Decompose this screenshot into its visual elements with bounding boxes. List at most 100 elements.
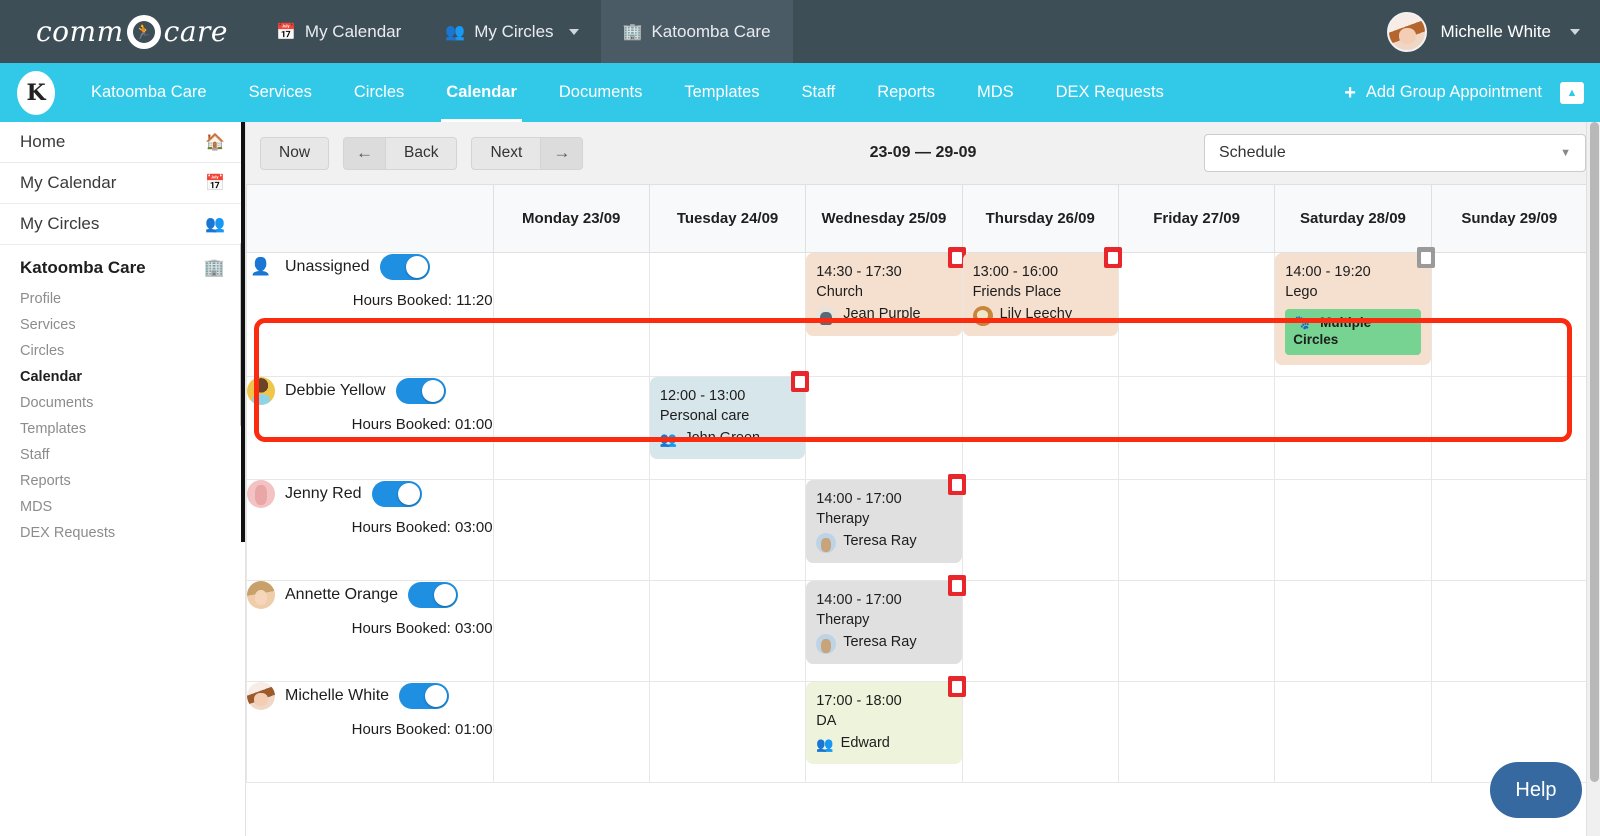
subnav-item-mds[interactable]: MDS xyxy=(956,63,1035,122)
sidebar-item-calendar[interactable]: Calendar xyxy=(0,364,245,390)
event-church[interactable]: 14:30 - 17:30 Church Jean Purple xyxy=(806,253,961,336)
resource-cell-debbie-yellow[interactable]: Debbie Yellow Hours Booked: 01:00 xyxy=(247,377,494,480)
resource-toggle[interactable] xyxy=(372,481,422,507)
cell-michelle-monday[interactable] xyxy=(493,682,649,783)
collapse-up-icon[interactable]: ▲ xyxy=(1560,82,1584,104)
cell-unassigned-monday[interactable] xyxy=(493,253,649,377)
add-group-appointment-button[interactable]: + Add Group Appointment xyxy=(1344,83,1542,103)
sidebar-item-mds[interactable]: MDS xyxy=(0,494,245,520)
resource-toggle[interactable] xyxy=(408,582,458,608)
now-button[interactable]: Now xyxy=(260,137,329,170)
cell-michelle-saturday[interactable] xyxy=(1275,682,1431,783)
sidebar-item-home[interactable]: Home 🏠 xyxy=(0,122,245,163)
sidebar-group-katoomba-care[interactable]: Katoomba Care 🏢 xyxy=(0,249,245,286)
cell-unassigned-saturday[interactable]: 14:00 - 19:20 Lego 🐾Multiple Circles xyxy=(1275,253,1431,377)
org-logo-icon: K xyxy=(17,71,55,115)
event-therapy[interactable]: 14:00 - 17:00 Therapy Teresa Ray xyxy=(806,581,961,664)
sidebar-item-dex-requests[interactable]: DEX Requests xyxy=(0,520,245,546)
subnav-item-dex-requests[interactable]: DEX Requests xyxy=(1035,63,1185,122)
cell-debbie-tuesday[interactable]: 12:00 - 13:00 Personal care 👥 John Green xyxy=(649,377,805,480)
cell-annette-saturday[interactable] xyxy=(1275,581,1431,682)
cell-michelle-friday[interactable] xyxy=(1118,682,1274,783)
commcare-logo[interactable]: comm 🏃 care xyxy=(0,0,254,63)
next-arrow-icon[interactable]: → xyxy=(541,137,583,170)
cell-jenny-tuesday[interactable] xyxy=(649,480,805,581)
sidebar-item-my-circles[interactable]: My Circles 👥 xyxy=(0,204,245,245)
topnav-my-calendar[interactable]: 📅 My Calendar xyxy=(254,0,423,63)
cell-annette-sunday[interactable] xyxy=(1431,581,1587,682)
cell-jenny-monday[interactable] xyxy=(493,480,649,581)
resource-toggle[interactable] xyxy=(399,683,449,709)
cell-jenny-sunday[interactable] xyxy=(1431,480,1587,581)
help-button[interactable]: Help xyxy=(1490,762,1582,818)
cell-annette-wednesday[interactable]: 14:00 - 17:00 Therapy Teresa Ray xyxy=(806,581,962,682)
sidebar-item-staff[interactable]: Staff xyxy=(0,442,245,468)
resource-header-unassigned: 👤 Unassigned xyxy=(247,253,493,281)
event-therapy[interactable]: 14:00 - 17:00 Therapy Teresa Ray xyxy=(806,480,961,563)
event-time: 17:00 - 18:00 xyxy=(816,691,951,711)
event-friends-place[interactable]: 13:00 - 16:00 Friends Place Lily Leechy xyxy=(963,253,1118,336)
sidebar-item-my-circles-label: My Circles xyxy=(20,214,99,234)
cell-debbie-wednesday[interactable] xyxy=(806,377,962,480)
resource-cell-annette-orange[interactable]: Annette Orange Hours Booked: 03:00 xyxy=(247,581,494,682)
sidebar-item-templates[interactable]: Templates xyxy=(0,416,245,442)
cell-unassigned-thursday[interactable]: 13:00 - 16:00 Friends Place Lily Leechy xyxy=(962,253,1118,377)
topnav-katoomba-care[interactable]: 🏢 Katoomba Care xyxy=(601,0,793,63)
cell-unassigned-friday[interactable] xyxy=(1118,253,1274,377)
event-da[interactable]: 17:00 - 18:00 DA 👥 Edward xyxy=(806,682,961,764)
sidebar-item-reports[interactable]: Reports xyxy=(0,468,245,494)
back-arrow-icon[interactable]: ← xyxy=(343,137,386,170)
subnav-item-calendar[interactable]: Calendar xyxy=(425,63,538,122)
cell-unassigned-wednesday[interactable]: 14:30 - 17:30 Church Jean Purple xyxy=(806,253,962,377)
cell-michelle-wednesday[interactable]: 17:00 - 18:00 DA 👥 Edward xyxy=(806,682,962,783)
cell-debbie-monday[interactable] xyxy=(493,377,649,480)
cell-annette-thursday[interactable] xyxy=(962,581,1118,682)
resource-cell-michelle-white[interactable]: Michelle White Hours Booked: 01:00 xyxy=(247,682,494,783)
cell-debbie-saturday[interactable] xyxy=(1275,377,1431,480)
subnav-item-documents[interactable]: Documents xyxy=(538,63,663,122)
cell-jenny-thursday[interactable] xyxy=(962,480,1118,581)
cell-jenny-saturday[interactable] xyxy=(1275,480,1431,581)
cell-debbie-thursday[interactable] xyxy=(962,377,1118,480)
topnav-my-circles[interactable]: 👥 My Circles xyxy=(423,0,600,63)
subnav-item-staff[interactable]: Staff xyxy=(781,63,857,122)
event-person-name: Teresa Ray xyxy=(843,632,916,652)
next-button[interactable]: Next xyxy=(471,137,541,170)
subnav-item-katoomba-care[interactable]: Katoomba Care xyxy=(70,63,228,122)
resource-cell-jenny-red[interactable]: Jenny Red Hours Booked: 03:00 xyxy=(247,480,494,581)
cell-annette-friday[interactable] xyxy=(1118,581,1274,682)
event-personal-care[interactable]: 12:00 - 13:00 Personal care 👥 John Green xyxy=(650,377,805,459)
subnav-item-services[interactable]: Services xyxy=(228,63,333,122)
back-button[interactable]: Back xyxy=(386,137,457,170)
cell-michelle-thursday[interactable] xyxy=(962,682,1118,783)
subnav-item-templates[interactable]: Templates xyxy=(663,63,780,122)
view-mode-select[interactable]: Schedule ▼ xyxy=(1204,134,1586,172)
sidebar-item-my-calendar[interactable]: My Calendar 📅 xyxy=(0,163,245,204)
resource-toggle[interactable] xyxy=(380,254,430,280)
cell-annette-monday[interactable] xyxy=(493,581,649,682)
resource-toggle[interactable] xyxy=(396,378,446,404)
cell-debbie-friday[interactable] xyxy=(1118,377,1274,480)
sidebar-item-documents[interactable]: Documents xyxy=(0,390,245,416)
user-menu[interactable]: Michelle White xyxy=(1387,12,1600,52)
sidebar-item-circles[interactable]: Circles xyxy=(0,338,245,364)
resource-cell-unassigned[interactable]: 👤 Unassigned Hours Booked: 11:20 xyxy=(247,253,494,377)
page-scrollbar-thumb[interactable] xyxy=(1590,122,1599,782)
cell-michelle-tuesday[interactable] xyxy=(649,682,805,783)
cell-jenny-wednesday[interactable]: 14:00 - 17:00 Therapy Teresa Ray xyxy=(806,480,962,581)
event-lego[interactable]: 14:00 - 19:20 Lego 🐾Multiple Circles xyxy=(1275,253,1430,365)
cell-jenny-friday[interactable] xyxy=(1118,480,1274,581)
topnav-my-circles-label: My Circles xyxy=(474,22,553,42)
hours-booked-label: Hours Booked: 01:00 xyxy=(247,721,493,738)
topnav-my-calendar-label: My Calendar xyxy=(305,22,401,42)
sidebar-item-profile[interactable]: Profile xyxy=(0,286,245,312)
event-title: Personal care xyxy=(660,406,795,426)
cell-debbie-sunday[interactable] xyxy=(1431,377,1587,480)
cell-unassigned-sunday[interactable] xyxy=(1431,253,1587,377)
subnav-item-circles[interactable]: Circles xyxy=(333,63,425,122)
cell-annette-tuesday[interactable] xyxy=(649,581,805,682)
sidebar-item-services[interactable]: Services xyxy=(0,312,245,338)
subnav-item-reports[interactable]: Reports xyxy=(856,63,956,122)
page-scrollbar[interactable] xyxy=(1586,122,1600,836)
cell-unassigned-tuesday[interactable] xyxy=(649,253,805,377)
